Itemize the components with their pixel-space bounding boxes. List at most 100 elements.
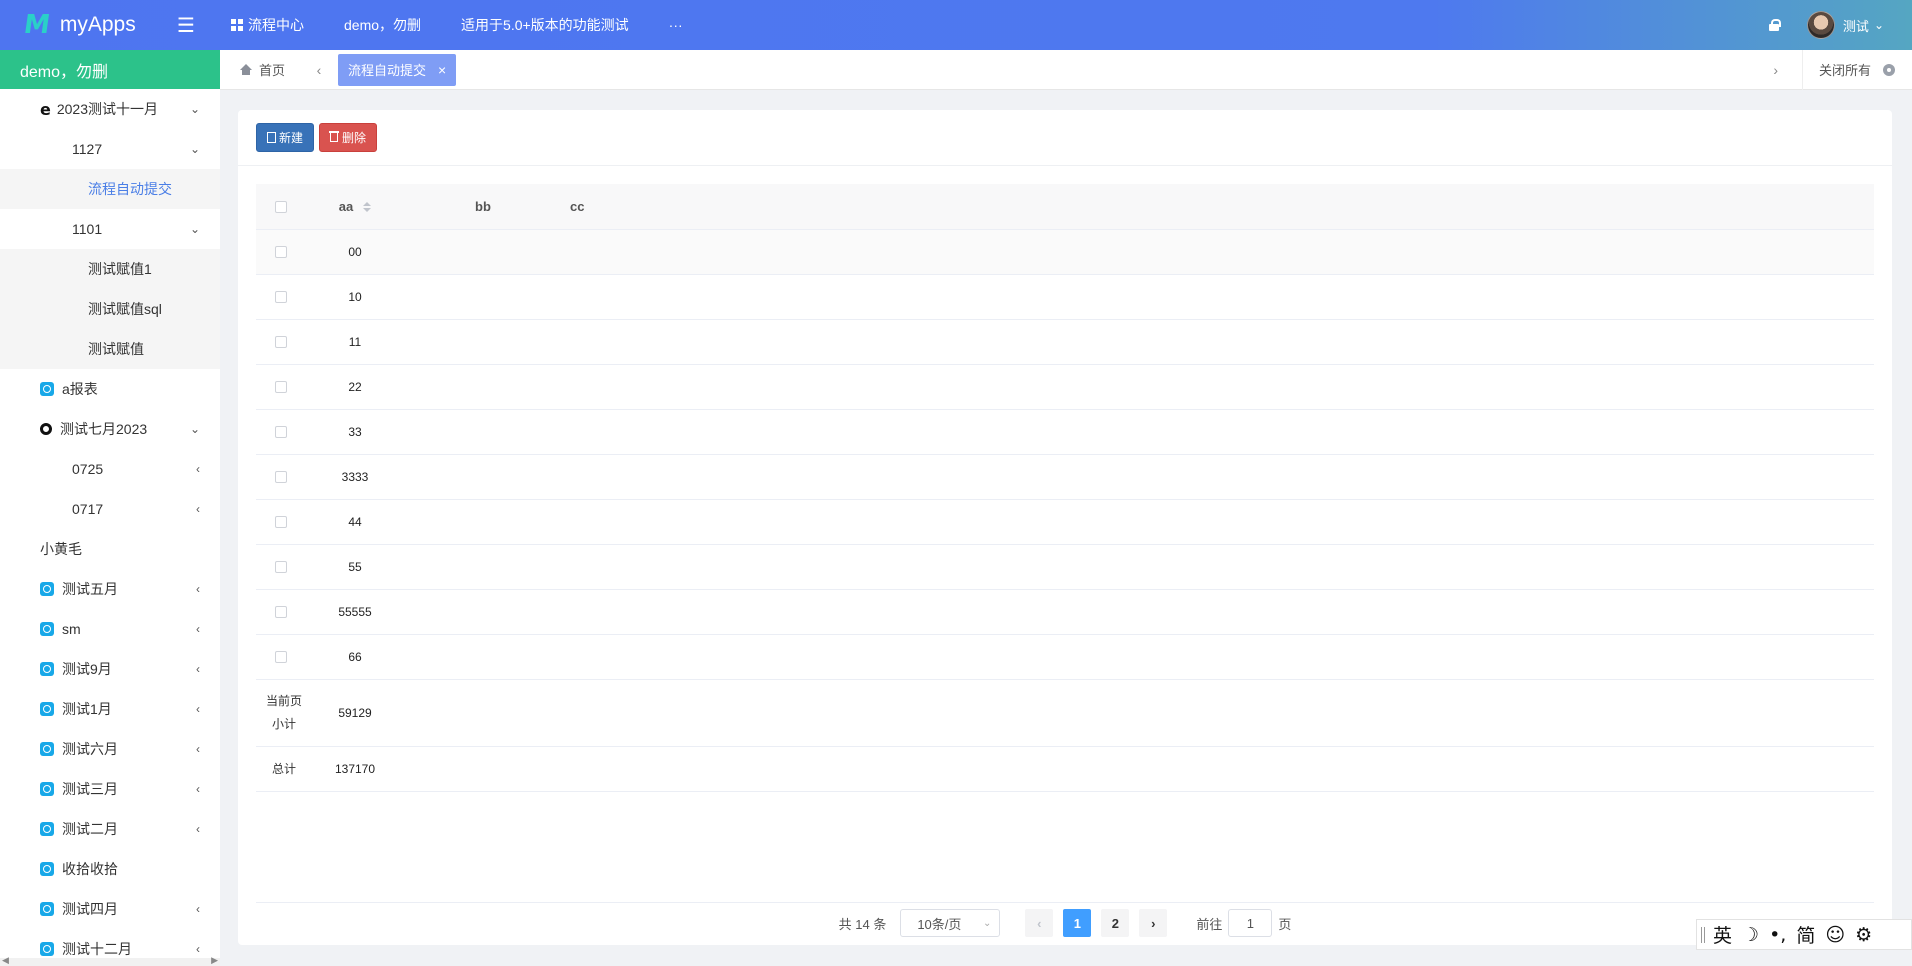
- sidebar-item-1127[interactable]: 1127 ⌄: [0, 129, 220, 169]
- app-name: myApps: [59, 13, 136, 36]
- table-row[interactable]: 3333: [256, 455, 1874, 500]
- logo[interactable]: M myApps: [0, 10, 161, 40]
- sidebar-item-2023-nov[interactable]: e 2023测试十一月 ⌄: [0, 89, 220, 129]
- sidebar-item-label: 测试七月2023: [60, 421, 148, 437]
- page-button-1[interactable]: 1: [1063, 909, 1092, 937]
- sidebar-item-may[interactable]: 测试五月 ‹: [0, 569, 220, 609]
- sidebar-item-march[interactable]: 测试三月 ‹: [0, 769, 220, 809]
- lock-icon[interactable]: [1768, 19, 1781, 31]
- app-icon: [40, 902, 54, 916]
- scroll-right-icon[interactable]: ▶: [211, 955, 218, 966]
- tabs-bar: 首页 ‹ 流程自动提交 × › 关闭所有: [220, 49, 1912, 90]
- tab-auto-submit[interactable]: 流程自动提交 ×: [338, 53, 457, 86]
- sidebar-horizontal-scrollbar[interactable]: ◀ ▶: [0, 955, 220, 966]
- sidebar-item-assign[interactable]: 测试赋值: [0, 329, 220, 369]
- sidebar-item-shoushi[interactable]: 收拾收拾: [0, 849, 220, 889]
- chevron-left-icon: ‹: [196, 782, 200, 796]
- sidebar-item-april[interactable]: 测试四月 ‹: [0, 889, 220, 929]
- cell-aa: 22: [348, 380, 362, 394]
- row-checkbox[interactable]: [275, 336, 287, 348]
- total-value: 137170: [334, 762, 376, 776]
- table-header: aa bb cc: [256, 184, 1874, 230]
- nav-item-feature-test[interactable]: 适用于5.0+版本的功能测试: [441, 0, 649, 50]
- settings-icon[interactable]: ⚙: [1855, 924, 1872, 946]
- table-row[interactable]: 00: [256, 230, 1874, 275]
- home-icon: [240, 64, 252, 75]
- data-table: aa bb cc 00 10 11 22 33 3333 44 55 55555…: [256, 184, 1874, 792]
- page-button-2[interactable]: 2: [1101, 909, 1130, 937]
- sidebar-item-0717[interactable]: 0717 ‹: [0, 489, 220, 529]
- sidebar-item-sm[interactable]: sm ‹: [0, 609, 220, 649]
- nav-item-process-center[interactable]: 流程中心: [211, 0, 324, 50]
- scroll-left-icon[interactable]: ◀: [2, 955, 9, 966]
- page-size-select[interactable]: 10条/页 ⌄: [900, 909, 1001, 937]
- row-checkbox[interactable]: [275, 606, 287, 618]
- goto-page-input[interactable]: [1228, 909, 1273, 937]
- sidebar-item-xiaohuangmao[interactable]: 小黄毛: [0, 529, 220, 569]
- sidebar-item-auto-submit[interactable]: 流程自动提交: [0, 169, 220, 209]
- total-row: 总计 137170: [256, 747, 1874, 792]
- more-icon[interactable]: ···: [649, 0, 703, 50]
- next-page-button[interactable]: ›: [1139, 909, 1168, 937]
- tab-settings-icon[interactable]: [1883, 63, 1896, 76]
- trash-icon: [329, 131, 340, 142]
- row-checkbox[interactable]: [275, 291, 287, 303]
- sidebar-item-february[interactable]: 测试二月 ‹: [0, 809, 220, 849]
- select-all-checkbox[interactable]: [275, 200, 287, 213]
- row-checkbox[interactable]: [275, 381, 287, 393]
- row-checkbox[interactable]: [275, 651, 287, 663]
- sidebar-item-july-2023[interactable]: 测试七月2023 ⌄: [0, 409, 220, 449]
- row-checkbox[interactable]: [275, 471, 287, 483]
- table-row[interactable]: 10: [256, 275, 1874, 320]
- chevron-left-icon: ‹: [196, 502, 200, 516]
- row-checkbox[interactable]: [275, 516, 287, 528]
- sidebar-item-assign-1[interactable]: 测试赋值1: [0, 249, 220, 289]
- chevron-left-icon: ‹: [196, 942, 200, 956]
- new-button[interactable]: 新建: [256, 123, 315, 152]
- ime-script-toggle[interactable]: 简: [1796, 921, 1815, 948]
- table-row[interactable]: 44: [256, 500, 1874, 545]
- sidebar-item-assign-sql[interactable]: 测试赋值sql: [0, 289, 220, 329]
- sidebar-item-label: 测试六月: [62, 741, 118, 757]
- sidebar-item-label: 0717: [72, 501, 104, 517]
- punctuation-icon[interactable]: •,: [1769, 924, 1786, 946]
- delete-button[interactable]: 删除: [319, 123, 378, 152]
- emoji-icon[interactable]: ☺: [1825, 924, 1845, 946]
- nav-item-label: 流程中心: [248, 17, 304, 33]
- sidebar-item-september[interactable]: 测试9月 ‹: [0, 649, 220, 689]
- sidebar-item-a-report[interactable]: a报表: [0, 369, 220, 409]
- close-all-button[interactable]: 关闭所有: [1802, 49, 1912, 90]
- close-icon[interactable]: ×: [438, 62, 446, 78]
- prev-page-button[interactable]: ‹: [1025, 909, 1054, 937]
- sidebar-item-january[interactable]: 测试1月 ‹: [0, 689, 220, 729]
- table-row[interactable]: 55555: [256, 590, 1874, 635]
- sidebar-item-june[interactable]: 测试六月 ‹: [0, 729, 220, 769]
- tabs-scroll-right-icon[interactable]: ›: [1773, 62, 1778, 78]
- ime-drag-handle[interactable]: [1701, 926, 1705, 943]
- table-row[interactable]: 55: [256, 545, 1874, 590]
- tab-home[interactable]: 首页: [220, 60, 300, 79]
- sidebar-item-label: 测试十二月: [62, 941, 132, 957]
- tabs-scroll-left-icon[interactable]: ‹: [300, 62, 338, 78]
- top-navbar: M myApps ☰ 流程中心 demo，勿删 适用于5.0+版本的功能测试 ·…: [0, 0, 1912, 50]
- sidebar-item-0725[interactable]: 0725 ‹: [0, 449, 220, 489]
- menu-toggle-icon[interactable]: ☰: [161, 13, 211, 38]
- user-name[interactable]: 测试: [1843, 16, 1869, 35]
- chevron-down-icon[interactable]: ⌄: [1874, 18, 1884, 32]
- sort-icon[interactable]: [363, 201, 372, 212]
- nav-item-demo[interactable]: demo，勿删: [324, 0, 441, 50]
- row-checkbox[interactable]: [275, 246, 287, 258]
- app-icon: [40, 662, 54, 676]
- ime-language-toggle[interactable]: 英: [1713, 921, 1732, 948]
- table-row[interactable]: 33: [256, 410, 1874, 455]
- row-checkbox[interactable]: [275, 561, 287, 573]
- row-checkbox[interactable]: [275, 426, 287, 438]
- sidebar-item-1101[interactable]: 1101 ⌄: [0, 209, 220, 249]
- table-row[interactable]: 66: [256, 635, 1874, 680]
- subtotal-row: 当前页 小计 59129: [256, 680, 1874, 747]
- table-row[interactable]: 11: [256, 320, 1874, 365]
- table-row[interactable]: 22: [256, 365, 1874, 410]
- column-header-aa[interactable]: aa: [312, 199, 398, 214]
- moon-icon[interactable]: ☽: [1742, 924, 1759, 946]
- avatar[interactable]: [1806, 11, 1835, 39]
